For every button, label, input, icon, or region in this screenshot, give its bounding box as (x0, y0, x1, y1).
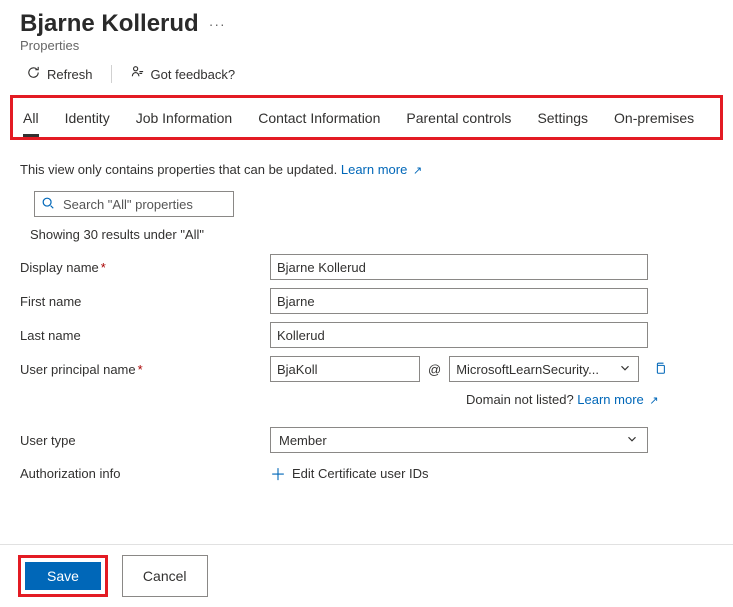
feedback-button[interactable]: Got feedback? (124, 61, 242, 87)
domain-hint: Domain not listed? Learn more ↗ (466, 392, 713, 407)
tab-parental-controls[interactable]: Parental controls (406, 104, 511, 137)
tabs: All Identity Job Information Contact Inf… (15, 100, 718, 137)
copy-icon[interactable] (653, 361, 667, 378)
user-type-value: Member (279, 433, 327, 448)
page-title: Bjarne Kollerud (20, 10, 199, 38)
upn-at: @ (428, 362, 441, 377)
update-hint: This view only contains properties that … (20, 162, 713, 177)
edit-cert-ids-label: Edit Certificate user IDs (292, 466, 429, 481)
learn-more-label: Learn more (341, 162, 407, 177)
toolbar-separator (111, 65, 112, 83)
footer: Save Cancel (0, 544, 733, 607)
row-last-name: Last name (20, 322, 713, 348)
refresh-icon (26, 65, 41, 83)
update-hint-text: This view only contains properties that … (20, 162, 341, 177)
domain-hint-text: Domain not listed? (466, 392, 577, 407)
label-last-name: Last name (20, 328, 270, 343)
label-first-name: First name (20, 294, 270, 309)
label-user-type: User type (20, 433, 270, 448)
save-button[interactable]: Save (25, 562, 101, 590)
refresh-label: Refresh (47, 67, 93, 82)
select-upn-domain[interactable]: MicrosoftLearnSecurity... (449, 356, 639, 382)
input-last-name[interactable] (270, 322, 648, 348)
domain-learn-more-label: Learn more (577, 392, 643, 407)
tab-job-information[interactable]: Job Information (136, 104, 233, 137)
external-link-icon: ↗ (413, 165, 422, 177)
input-upn-name[interactable] (270, 356, 420, 382)
form-body: This view only contains properties that … (0, 150, 733, 485)
command-bar: Refresh Got feedback? (0, 57, 733, 95)
input-first-name[interactable] (270, 288, 648, 314)
search-box[interactable] (34, 191, 234, 217)
input-display-name[interactable] (270, 254, 648, 280)
tabs-highlight: All Identity Job Information Contact Inf… (10, 95, 723, 140)
label-auth-info: Authorization info (20, 466, 270, 481)
chevron-down-icon (625, 432, 639, 449)
label-display-name: Display name* (20, 260, 270, 275)
row-auth-info: Authorization info ＋ Edit Certificate us… (20, 461, 713, 485)
page-subtitle: Properties (20, 38, 713, 53)
upn-domain-value: MicrosoftLearnSecurity... (456, 362, 599, 377)
plus-icon: ＋ (270, 461, 286, 485)
tab-identity[interactable]: Identity (65, 104, 110, 137)
feedback-icon (130, 65, 145, 83)
label-upn: User principal name* (20, 362, 270, 377)
search-icon (41, 196, 55, 213)
external-link-icon: ↗ (649, 395, 658, 407)
domain-learn-more-link[interactable]: Learn more ↗ (577, 392, 658, 407)
results-count: Showing 30 results under "All" (30, 227, 713, 242)
tab-all[interactable]: All (23, 104, 39, 137)
tab-contact-information[interactable]: Contact Information (258, 104, 380, 137)
feedback-label: Got feedback? (151, 67, 236, 82)
row-user-type: User type Member (20, 427, 713, 453)
search-input[interactable] (61, 196, 241, 213)
row-upn: User principal name* @ MicrosoftLearnSec… (20, 356, 713, 382)
more-icon[interactable]: ··· (209, 16, 226, 32)
save-highlight: Save (18, 555, 108, 597)
select-user-type[interactable]: Member (270, 427, 648, 453)
edit-cert-ids-button[interactable]: ＋ Edit Certificate user IDs (270, 461, 429, 485)
cancel-button[interactable]: Cancel (122, 555, 208, 597)
chevron-down-icon (618, 361, 632, 378)
row-display-name: Display name* (20, 254, 713, 280)
tab-settings[interactable]: Settings (537, 104, 588, 137)
page-header: Bjarne Kollerud ··· Properties (0, 0, 733, 57)
refresh-button[interactable]: Refresh (20, 61, 99, 87)
row-first-name: First name (20, 288, 713, 314)
tab-on-premises[interactable]: On-premises (614, 104, 694, 137)
learn-more-link[interactable]: Learn more ↗ (341, 162, 422, 177)
